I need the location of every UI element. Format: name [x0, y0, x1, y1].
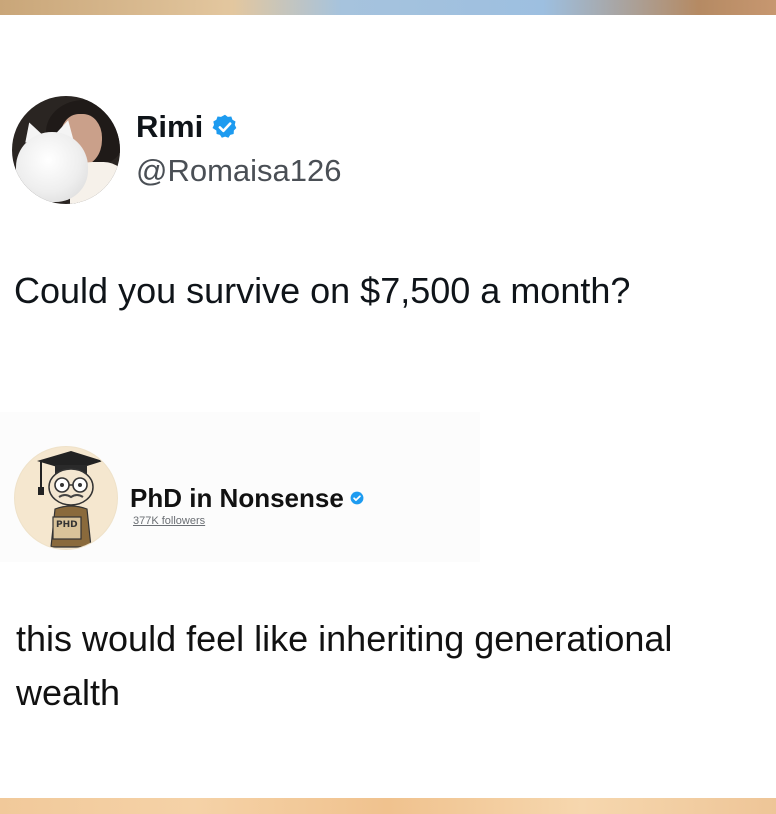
tweet-text: Could you survive on $7,500 a month? [14, 270, 631, 311]
cat-icon [16, 132, 88, 202]
bottom-image-strip [0, 798, 776, 814]
verified-badge-icon [350, 491, 364, 505]
reply-author-row: PhD in Nonsense [130, 482, 364, 514]
meme-screenshot: Rimi @Romaisa126 Could you survive on $7… [0, 0, 776, 814]
tweet-author-name[interactable]: Rimi [136, 108, 203, 146]
tweet-author-handle[interactable]: @Romaisa126 [136, 152, 342, 190]
verified-badge-icon [212, 114, 237, 138]
phd-avatar[interactable]: PHD [14, 446, 118, 550]
tweet-author-row: Rimi [136, 108, 239, 146]
phd-sign-text: PHD [56, 520, 78, 530]
rimi-avatar[interactable] [12, 96, 120, 204]
top-image-strip [0, 0, 776, 15]
graduate-cartoon-icon [37, 451, 103, 548]
reply-text: this would feel like inheriting generati… [16, 618, 673, 713]
reply-author-followers[interactable]: 377K followers [133, 514, 205, 528]
reply-author-name[interactable]: PhD in Nonsense [130, 482, 344, 514]
